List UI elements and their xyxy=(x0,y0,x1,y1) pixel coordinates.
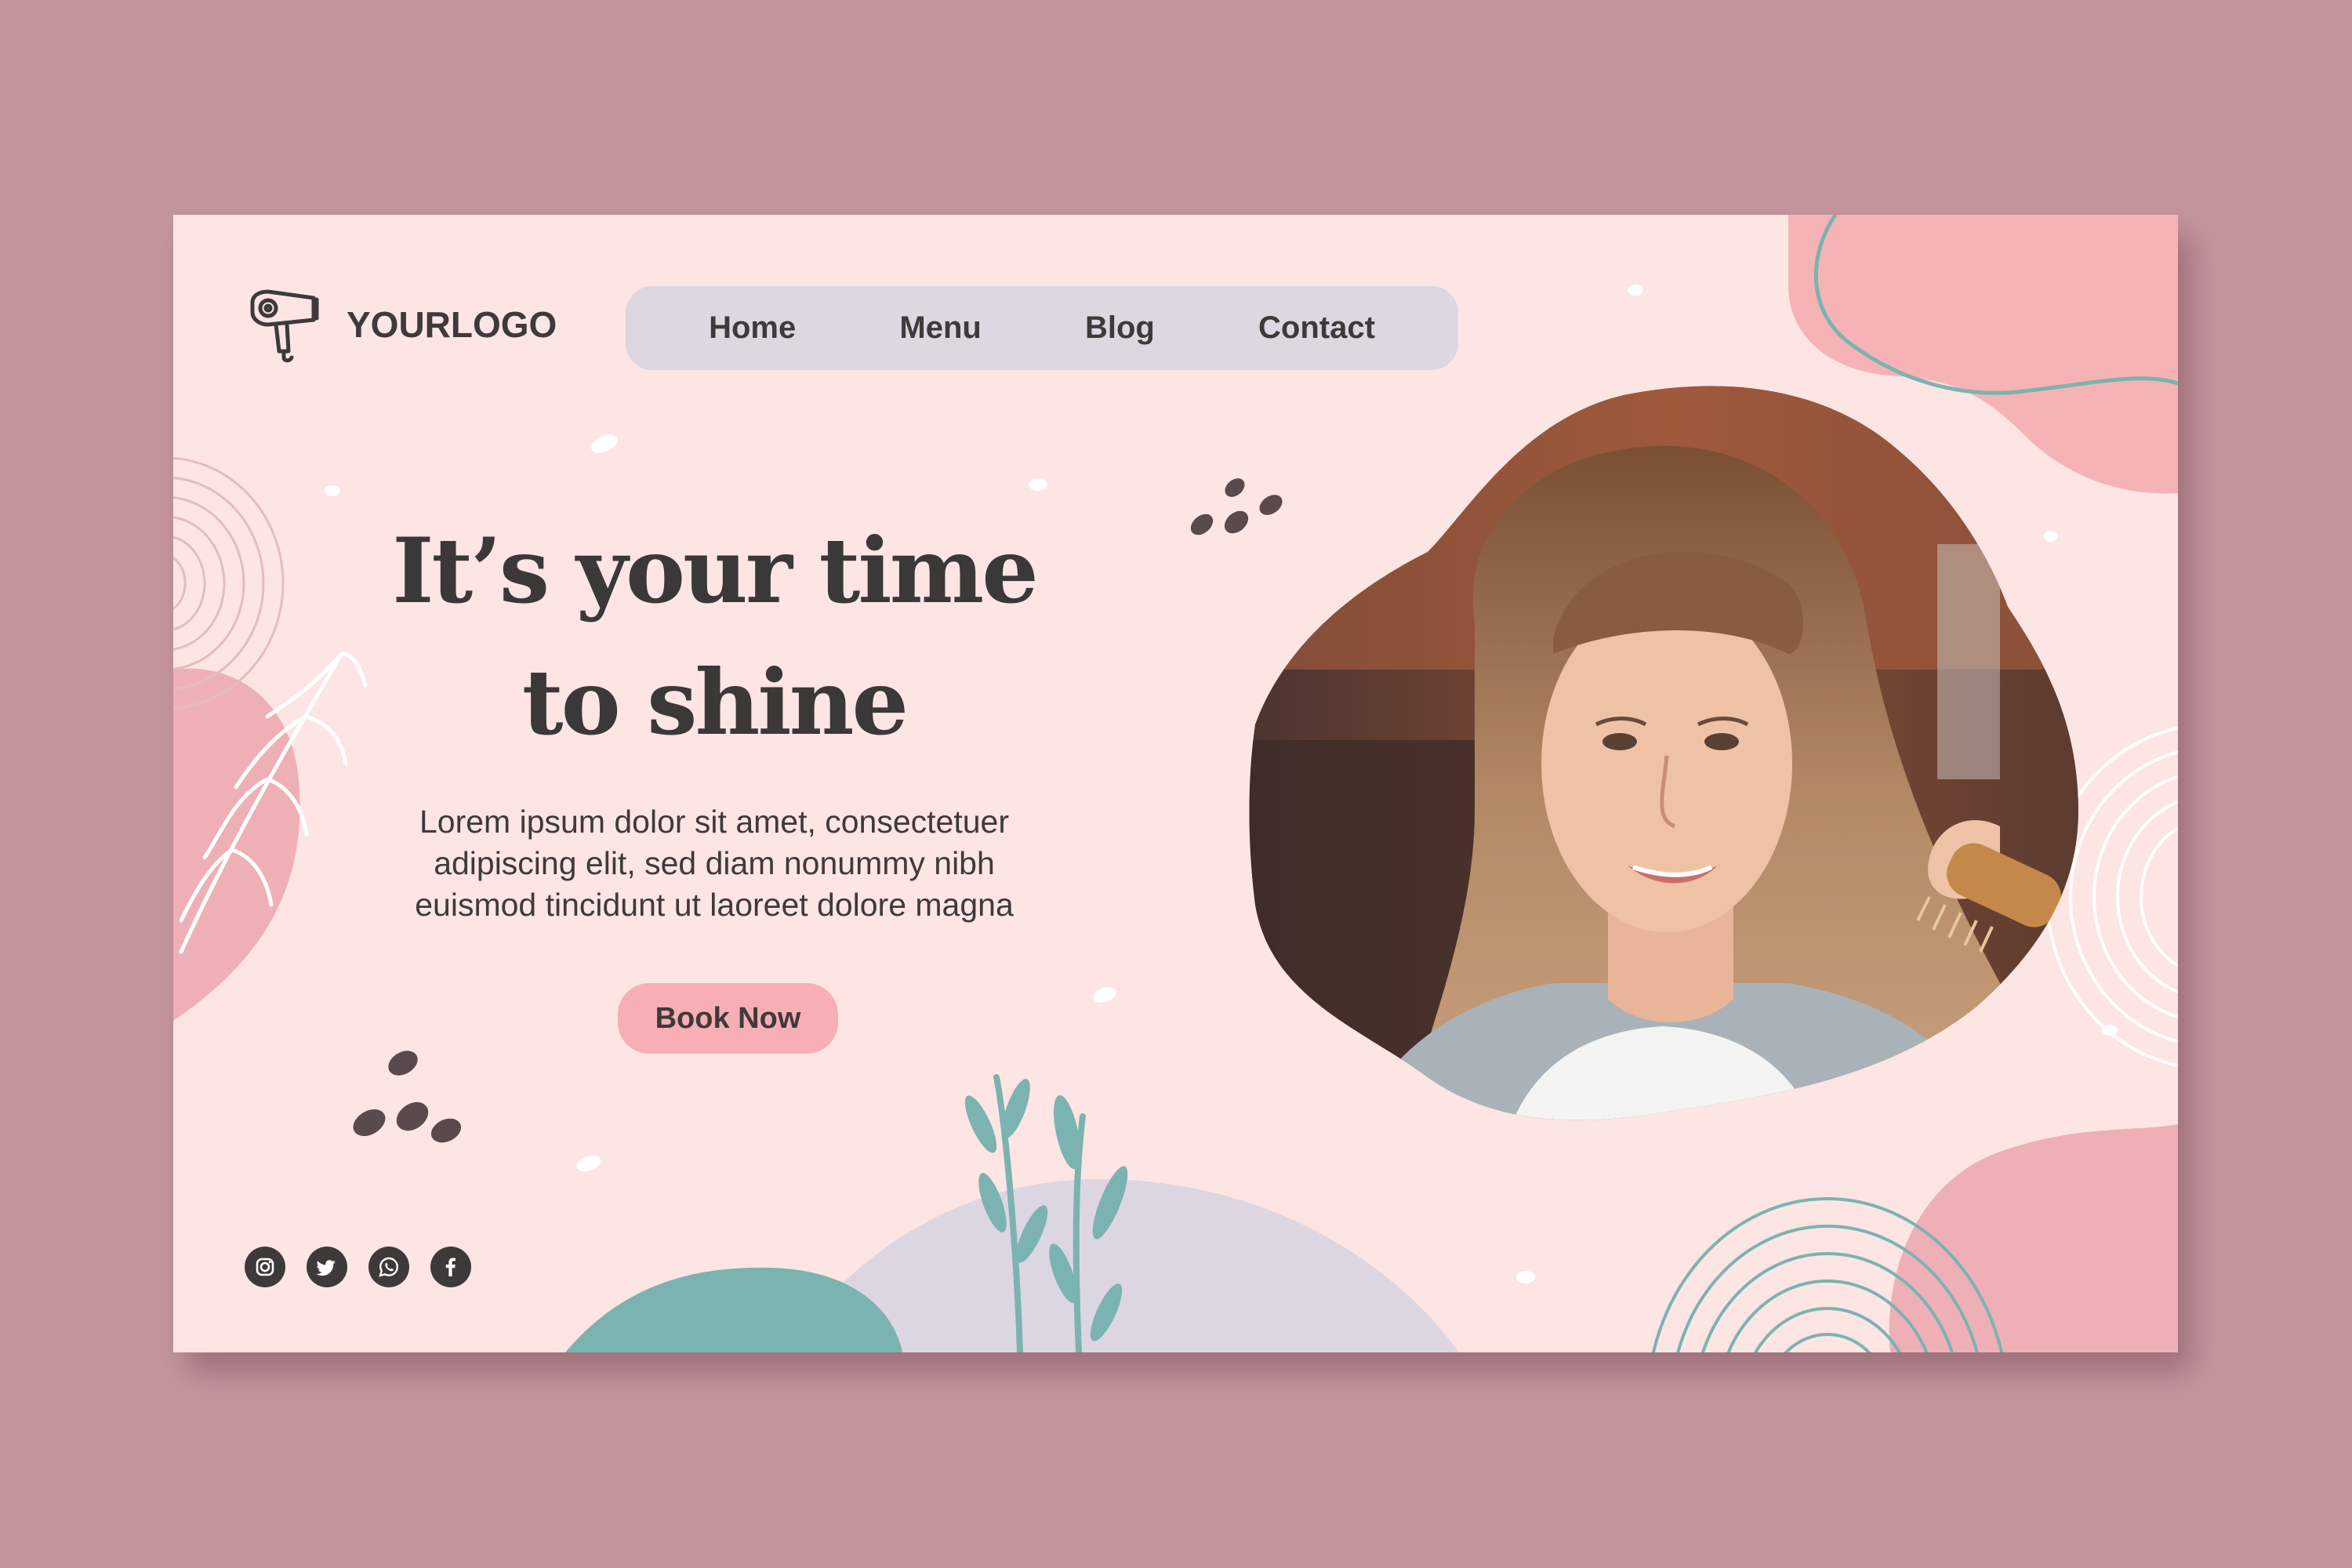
social-links xyxy=(245,1247,471,1287)
whatsapp-icon[interactable] xyxy=(368,1247,409,1287)
hero-body-line-2: adipiscing elit, sed diam nonummy nibh xyxy=(434,845,995,881)
nav-item-blog[interactable]: Blog xyxy=(1085,310,1155,346)
landing-page-card: YOURLOGO Home Menu Blog Contact It’s you… xyxy=(173,215,2178,1352)
left-pink-blob xyxy=(173,668,300,1021)
nav-item-menu[interactable]: Menu xyxy=(899,310,981,346)
hero-headline-line-1: It’s your time xyxy=(392,518,1039,623)
center-dark-dots xyxy=(1190,478,1283,535)
hero-photo xyxy=(1249,386,2078,1120)
hero-headline-line-2: to shine xyxy=(521,650,909,755)
facebook-icon[interactable] xyxy=(430,1247,471,1287)
logo-text: YOURLOGO xyxy=(347,304,557,345)
nav-item-contact[interactable]: Contact xyxy=(1258,310,1375,346)
hero-body-line-3: euismod tincidunt ut laoreet dolore magn… xyxy=(415,887,1014,923)
hero-body-line-1: Lorem ipsum dolor sit amet, consectetuer xyxy=(419,804,1009,840)
main-nav: Home Menu Blog Contact xyxy=(626,286,1458,370)
instagram-icon[interactable] xyxy=(245,1247,285,1287)
left-dark-dots xyxy=(353,1051,462,1143)
twitter-icon[interactable] xyxy=(307,1247,347,1287)
decorative-background xyxy=(173,215,2178,1352)
nav-item-home[interactable]: Home xyxy=(709,310,796,346)
brand-logo[interactable]: YOURLOGO xyxy=(245,285,557,364)
hero-headline: It’s your time to shine xyxy=(361,505,1067,768)
hero-body-text: Lorem ipsum dolor sit amet, consectetuer… xyxy=(361,801,1067,926)
book-now-button[interactable]: Book Now xyxy=(618,983,838,1054)
hair-dryer-icon xyxy=(250,289,319,363)
